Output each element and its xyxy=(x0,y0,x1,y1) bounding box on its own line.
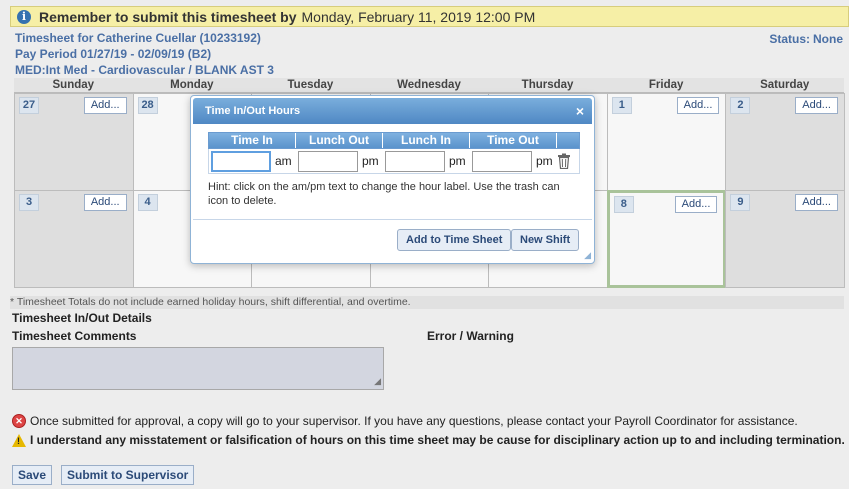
submit-to-supervisor-button[interactable]: Submit to Supervisor xyxy=(61,465,195,485)
day-header: Monday xyxy=(170,79,214,91)
add-hours-button[interactable]: Add... xyxy=(795,194,838,211)
status-value: None xyxy=(813,32,843,46)
trash-icon-svg xyxy=(558,153,570,170)
employee-title: Timesheet for Catherine Cuellar (1023319… xyxy=(15,31,261,45)
day-cell[interactable]: 27 Add... xyxy=(14,93,134,191)
totals-note: * Timesheet Totals do not include earned… xyxy=(10,296,844,309)
dialog-title: Time In/Out Hours xyxy=(205,105,301,117)
info-icon: i xyxy=(17,9,31,24)
day-cell[interactable]: 2 Add... xyxy=(725,93,845,191)
approval-message: ✕ Once submitted for approval, a copy wi… xyxy=(12,414,798,428)
banner-deadline: Monday, February 11, 2019 12:00 PM xyxy=(301,8,536,25)
day-cell[interactable]: 3 Add... xyxy=(14,190,134,288)
add-to-timesheet-button[interactable]: Add to Time Sheet xyxy=(397,229,512,251)
col-time-out: Time Out xyxy=(470,133,557,148)
dialog-resize-icon[interactable]: ◢ xyxy=(584,250,591,261)
close-icon[interactable]: × xyxy=(576,98,584,124)
day-number: 9 xyxy=(730,194,751,211)
day-number: 2 xyxy=(730,97,751,114)
day-cell[interactable]: 1 Add... xyxy=(606,93,727,191)
lunch-out-cell: pm xyxy=(296,150,383,172)
dialog-title-bar[interactable]: Time In/Out Hours × xyxy=(193,98,592,124)
pay-period: Pay Period 01/27/19 - 02/09/19 (B2) xyxy=(15,47,212,61)
day-number: 1 xyxy=(611,97,632,114)
approval-text: Once submitted for approval, a copy will… xyxy=(30,414,798,428)
add-hours-button[interactable]: Add... xyxy=(83,194,127,211)
add-hours-button[interactable]: Add... xyxy=(83,97,127,114)
am-pm-toggle[interactable]: pm xyxy=(449,154,466,168)
day-header: Sunday xyxy=(52,79,95,91)
time-in-cell: am xyxy=(209,150,296,172)
dialog-hint: Hint: click on the am/pm text to change … xyxy=(208,181,560,207)
am-pm-toggle[interactable]: pm xyxy=(362,154,379,168)
day-number: 3 xyxy=(19,194,39,211)
lunch-out-input[interactable] xyxy=(298,150,358,172)
time-table-header: Time In Lunch Out Lunch In Time Out xyxy=(208,132,580,149)
day-header: Tuesday xyxy=(287,79,334,91)
day-cell-selected[interactable]: 8 Add... xyxy=(606,190,727,288)
lunch-in-cell: pm xyxy=(383,150,470,172)
error-warning-heading: Error / Warning xyxy=(427,329,514,343)
lunch-in-input[interactable] xyxy=(385,150,445,172)
banner-prefix: Remember to submit this timesheet by xyxy=(39,8,297,25)
dialog-divider xyxy=(193,219,592,220)
add-hours-button[interactable]: Add... xyxy=(676,97,720,114)
warning-text: I understand any misstatement or falsifi… xyxy=(30,433,845,447)
department: MED:Int Med - Cardiovascular / BLANK AST… xyxy=(15,63,274,77)
trash-icon[interactable] xyxy=(557,153,571,170)
day-header: Thursday xyxy=(521,79,574,91)
warning-message: I understand any misstatement or falsifi… xyxy=(12,433,845,447)
status: Status: None xyxy=(766,32,843,46)
day-header: Saturday xyxy=(760,79,810,91)
comments-heading: Timesheet Comments xyxy=(12,329,137,343)
col-actions xyxy=(557,133,579,148)
time-in-input[interactable] xyxy=(211,150,271,172)
stop-icon: ✕ xyxy=(12,414,26,428)
col-lunch-out: Lunch Out xyxy=(296,133,383,148)
am-pm-toggle[interactable]: pm xyxy=(536,154,553,168)
day-header: Friday xyxy=(648,79,684,91)
day-header: Wednesday xyxy=(397,79,461,91)
day-number: 4 xyxy=(137,194,158,211)
am-pm-toggle[interactable]: am xyxy=(275,154,292,168)
col-lunch-in: Lunch In xyxy=(383,133,470,148)
time-inout-dialog: Time In/Out Hours × Time In Lunch Out Lu… xyxy=(190,95,595,264)
time-entry-table: Time In Lunch Out Lunch In Time Out am p… xyxy=(208,132,580,174)
day-header-row: Sunday Monday Tuesday Wednesday Thursday… xyxy=(14,78,844,93)
warning-icon xyxy=(12,433,26,447)
day-cell[interactable]: 9 Add... xyxy=(725,190,845,288)
status-label: Status: xyxy=(769,32,810,46)
deadline-banner: i Remember to submit this timesheet by M… xyxy=(10,6,849,27)
add-hours-button[interactable]: Add... xyxy=(795,97,838,114)
day-number: 28 xyxy=(137,97,158,114)
time-entry-row: am pm pm pm xyxy=(208,149,580,174)
resize-grip-icon[interactable]: ◢ xyxy=(374,376,381,387)
col-time-in: Time In xyxy=(209,133,296,148)
add-hours-button[interactable]: Add... xyxy=(674,196,718,213)
save-button[interactable]: Save xyxy=(12,465,53,485)
time-out-input[interactable] xyxy=(472,150,532,172)
new-shift-button[interactable]: New Shift xyxy=(511,229,580,251)
time-out-cell: pm xyxy=(470,150,557,172)
day-number: 8 xyxy=(613,196,634,213)
comments-textarea[interactable]: ◢ xyxy=(12,347,384,390)
inout-details-heading: Timesheet In/Out Details xyxy=(12,311,152,325)
day-number: 27 xyxy=(19,97,39,114)
